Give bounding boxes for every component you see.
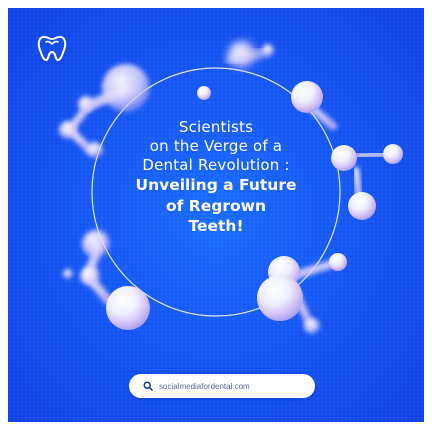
headline-line: on the Verge of a [149, 137, 283, 155]
headline-line: Dental Revolution : [142, 156, 290, 174]
molecule-sphere [329, 253, 347, 271]
molecule-sphere [78, 96, 94, 112]
headline-line: Scientists [178, 118, 254, 136]
search-icon [143, 381, 153, 391]
molecule-sphere [257, 275, 303, 321]
headline: Scientists on the Verge of a Dental Revo… [108, 118, 324, 237]
molecule-sphere [102, 64, 150, 112]
molecule-sphere [87, 142, 103, 158]
headline-emphasis-line: Teeth! [188, 217, 244, 235]
molecule-sphere [383, 144, 403, 164]
molecule-sphere [228, 41, 256, 69]
molecule-sphere [63, 269, 73, 279]
molecule-sphere [106, 286, 150, 330]
molecule-sphere [80, 266, 100, 286]
website-url: socialmediafordental.com [159, 381, 250, 391]
tooth-icon [37, 36, 67, 61]
molecule-sphere [304, 318, 320, 334]
molecule-sphere [197, 86, 211, 100]
molecule-sphere [262, 44, 274, 56]
post-card: Scientists on the Verge of a Dental Revo… [8, 8, 424, 422]
molecule-sphere [82, 230, 110, 258]
post-frame: Scientists on the Verge of a Dental Revo… [0, 0, 432, 432]
molecule-sphere [59, 121, 77, 139]
headline-emphasis-line: of Regrown [166, 196, 266, 215]
headline-emphasis-line: Unveiling a Future [135, 176, 297, 194]
molecule-sphere [331, 145, 357, 171]
website-search-bar[interactable]: socialmediafordental.com [129, 374, 315, 398]
molecule-sphere [348, 192, 376, 220]
molecule-sphere [291, 81, 323, 113]
